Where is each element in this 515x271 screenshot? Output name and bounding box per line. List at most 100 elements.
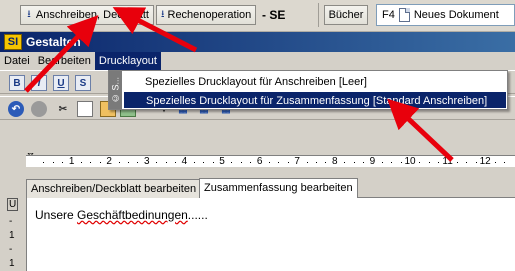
dropdown-side-label: © S...	[109, 71, 122, 109]
ruler-number: 5	[219, 156, 225, 167]
buecher-button[interactable]: Bücher	[324, 5, 368, 25]
cut-icon[interactable]: ✂	[55, 101, 71, 117]
ruler-number: 1	[68, 156, 75, 167]
window-titlebar: SI Gestalten	[0, 32, 515, 52]
ruler-number: 2	[106, 156, 112, 167]
copy-icon[interactable]	[77, 101, 93, 117]
ruler-number: 9	[369, 156, 376, 167]
ruler-tick	[353, 162, 355, 163]
ruler-number: 6	[256, 156, 263, 167]
underline-button[interactable]: U	[53, 75, 69, 91]
tab-anschreiben[interactable]: Anschreiben/Deckblatt bearbeiten	[26, 179, 202, 198]
menu-drucklayout[interactable]: Drucklayout	[94, 52, 161, 70]
ruler-number: 11	[442, 156, 453, 167]
ruler-tick	[438, 162, 440, 163]
ruler-tick	[325, 162, 327, 163]
ruler-number: 8	[332, 156, 338, 167]
ruler-tick	[475, 162, 477, 163]
ruler-tick	[363, 162, 364, 163]
ruler-tick	[52, 162, 54, 163]
buecher-label: Bücher	[328, 9, 364, 21]
text-editor[interactable]: Unsere Geschäftbedinungen......	[26, 198, 515, 271]
download-arrow-icon: ⭳	[27, 8, 31, 20]
ruler-tick	[428, 162, 430, 163]
ruler-tick	[400, 162, 402, 163]
ruler-tick	[99, 162, 101, 163]
ruler-tick	[81, 162, 82, 163]
bold-button[interactable]: B	[9, 75, 25, 91]
se-label: - SE	[262, 8, 286, 22]
tab-zusammenfassung[interactable]: Zusammenfassung bearbeiten	[199, 178, 358, 199]
toolbar-separator	[318, 3, 319, 27]
dropdown-item-anschreiben[interactable]: Spezielles Drucklayout für Anschreiben […	[123, 73, 507, 91]
strike-button[interactable]: S	[75, 75, 91, 91]
ruler-tick	[494, 162, 496, 163]
ruler-tick	[316, 162, 317, 163]
ruler-number: 12	[479, 156, 491, 167]
ruler-tick	[287, 162, 289, 163]
rechenoperation-label: Rechenoperation	[167, 9, 252, 21]
anschreiben-deckblatt-button[interactable]: ⭳ Anschreiben, Deckblatt	[20, 5, 154, 25]
gutter-marker[interactable]: U	[7, 198, 19, 211]
ruler-number: 3	[144, 156, 150, 167]
ruler-tick	[165, 162, 167, 163]
menu-datei[interactable]: Datei	[0, 52, 34, 70]
left-gutter: U - 1 - 1	[0, 172, 24, 271]
gutter-mark: 1	[9, 230, 15, 241]
window-title: Gestalten	[26, 35, 81, 49]
drucklayout-dropdown: © S... Spezielles Drucklayout für Anschr…	[108, 70, 508, 110]
ruler-tick	[419, 162, 421, 163]
doc-hotkey: F4	[382, 9, 395, 21]
ruler-number: 10	[404, 156, 416, 167]
ruler-tick	[269, 162, 270, 163]
ruler-tick	[118, 162, 120, 163]
ruler-number: 7	[294, 156, 300, 167]
ruler: ⧖ 123456789101112	[0, 150, 515, 172]
ruler-tick	[90, 162, 92, 163]
redo-icon[interactable]	[31, 101, 47, 117]
ruler-tick	[250, 162, 252, 163]
italic-button[interactable]: I	[31, 75, 47, 91]
ruler-tick	[156, 162, 158, 163]
screen: ⭳ Anschreiben, Deckblatt ⭳ Rechenoperati…	[0, 0, 515, 271]
menu-bearbeiten[interactable]: Bearbeiten	[34, 52, 95, 70]
misspelled-word: Geschäftbedinungen	[77, 208, 188, 222]
top-taskbar: ⭳ Anschreiben, Deckblatt ⭳ Rechenoperati…	[0, 0, 515, 32]
ruler-tick	[278, 162, 280, 163]
neues-dokument-button[interactable]: F4 Neues Dokument	[376, 4, 515, 26]
undo-icon[interactable]: ↶	[8, 101, 24, 117]
menubar: Datei Bearbeiten Drucklayout	[0, 52, 515, 70]
neues-dokument-label: Neues Dokument	[413, 9, 499, 21]
document-icon	[398, 8, 410, 22]
ruler-tick	[175, 162, 176, 163]
anschreiben-deckblatt-label: Anschreiben, Deckblatt	[35, 9, 149, 21]
ruler-band: 1 2 3 4 5 6 7 8 9 10 11 12	[26, 155, 515, 167]
gutter-mark: -	[9, 244, 13, 255]
editor-content: Unsere Geschäftbedinungen......	[35, 208, 208, 222]
app-logo-icon: SI	[4, 34, 22, 50]
editor-tabs: Anschreiben/Deckblatt bearbeiten Zusamme…	[26, 178, 515, 199]
editor-text-main: Unsere	[35, 208, 78, 222]
rechenoperation-button[interactable]: ⭳ Rechenoperation	[156, 5, 256, 25]
ruler-tick	[128, 162, 129, 163]
ruler-tick	[43, 162, 45, 163]
gutter-mark: 1	[9, 258, 15, 269]
ruler-tick	[381, 162, 383, 163]
ruler-tick	[457, 162, 458, 163]
editor-text-tail: ......	[187, 208, 208, 222]
ruler-tick	[240, 162, 242, 163]
ruler-tick	[203, 162, 205, 163]
ruler-tick	[466, 162, 468, 163]
download-arrow-icon: ⭳	[161, 8, 165, 20]
ruler-tick	[391, 162, 393, 163]
ruler-number: 4	[181, 156, 188, 167]
ruler-tick	[212, 162, 214, 163]
ruler-tick	[62, 162, 64, 163]
ruler-tick	[231, 162, 233, 163]
ruler-tick	[344, 162, 346, 163]
ruler-tick	[193, 162, 195, 163]
dropdown-item-zusammenfassung[interactable]: Spezielles Drucklayout für Zusammenfassu…	[123, 91, 507, 109]
ruler-tick	[137, 162, 139, 163]
ruler-tick	[306, 162, 308, 163]
gutter-mark: -	[9, 216, 13, 227]
